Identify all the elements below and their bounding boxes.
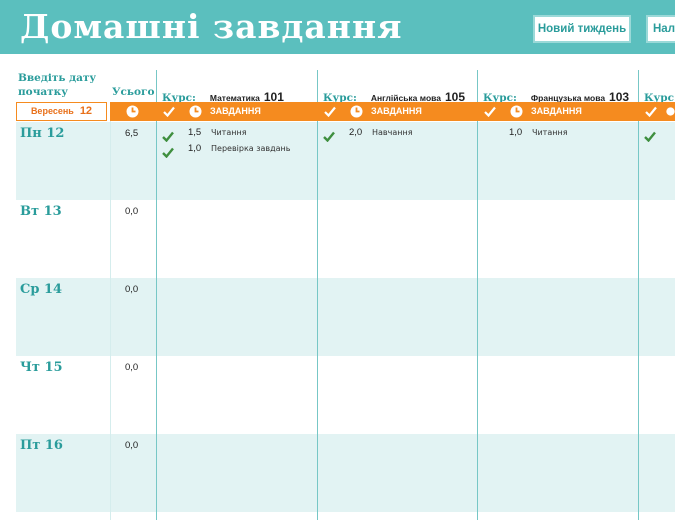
page-title: Домашні завдання (20, 7, 403, 46)
day-row-tue (16, 200, 675, 278)
column-divider (110, 121, 111, 520)
task-text[interactable]: Читання (211, 128, 247, 137)
day-label: Ср 14 (20, 282, 63, 297)
day-total: 0,0 (125, 206, 139, 217)
course-header-3: Курс: Французька мова 103 (483, 90, 630, 104)
day-row-thu (16, 356, 675, 434)
day-total: 0,0 (125, 440, 139, 451)
task-hours[interactable]: 1,0 (509, 127, 522, 138)
title-banner: Домашні завдання Новий тиждень Нал (0, 0, 675, 54)
column-divider (477, 70, 478, 520)
tasks-column-label: ЗАВДАННЯ (210, 106, 261, 116)
day-label: Чт 15 (20, 360, 63, 375)
clock-icon (506, 102, 526, 121)
column-divider (156, 70, 157, 520)
total-label: Усього (112, 86, 155, 98)
task-text[interactable]: Читання (532, 128, 568, 137)
task-hours[interactable]: 1,5 (188, 127, 201, 138)
course-header-4: Курс: (644, 92, 675, 104)
day-label: Пн 12 (20, 126, 65, 141)
task-text[interactable]: Перевірка завдань (211, 144, 290, 153)
column-divider (317, 70, 318, 520)
course-header-2: Курс: Англійська мова 105 (323, 90, 466, 104)
day-label: Вт 13 (20, 204, 62, 219)
check-icon (160, 102, 178, 121)
check-icon[interactable] (162, 143, 174, 162)
start-date-input[interactable]: Вересень 12 (16, 102, 107, 121)
clock-icon (122, 102, 142, 121)
day-total: 6,5 (125, 128, 139, 139)
new-week-button[interactable]: Новий тиждень (533, 15, 631, 43)
column-divider (638, 70, 639, 520)
start-date-day: 12 (79, 105, 93, 117)
settings-button[interactable]: Нал (646, 15, 675, 43)
day-total: 0,0 (125, 362, 139, 373)
day-total: 0,0 (125, 284, 139, 295)
course-header-1: Курс: Математика 101 (162, 90, 284, 104)
start-date-label: Введіть дату початку (18, 72, 97, 98)
tasks-column-label: ЗАВДАННЯ (371, 106, 422, 116)
task-hours[interactable]: 1,0 (188, 143, 201, 154)
day-row-fri (16, 434, 675, 512)
check-icon[interactable] (323, 127, 335, 146)
clock-icon (185, 102, 205, 121)
check-icon (321, 102, 339, 121)
clock-icon (346, 102, 366, 121)
day-row-mon (16, 122, 675, 200)
day-label: Пт 16 (20, 438, 63, 453)
task-hours[interactable]: 2,0 (349, 127, 362, 138)
check-icon (642, 102, 660, 121)
tasks-column-label: ЗАВДАННЯ (531, 106, 582, 116)
start-date-month: Вересень (30, 106, 74, 116)
check-icon (481, 102, 499, 121)
day-row-wed (16, 278, 675, 356)
clock-icon (666, 102, 675, 121)
task-text[interactable]: Навчання (372, 128, 413, 137)
check-icon[interactable] (644, 127, 656, 146)
